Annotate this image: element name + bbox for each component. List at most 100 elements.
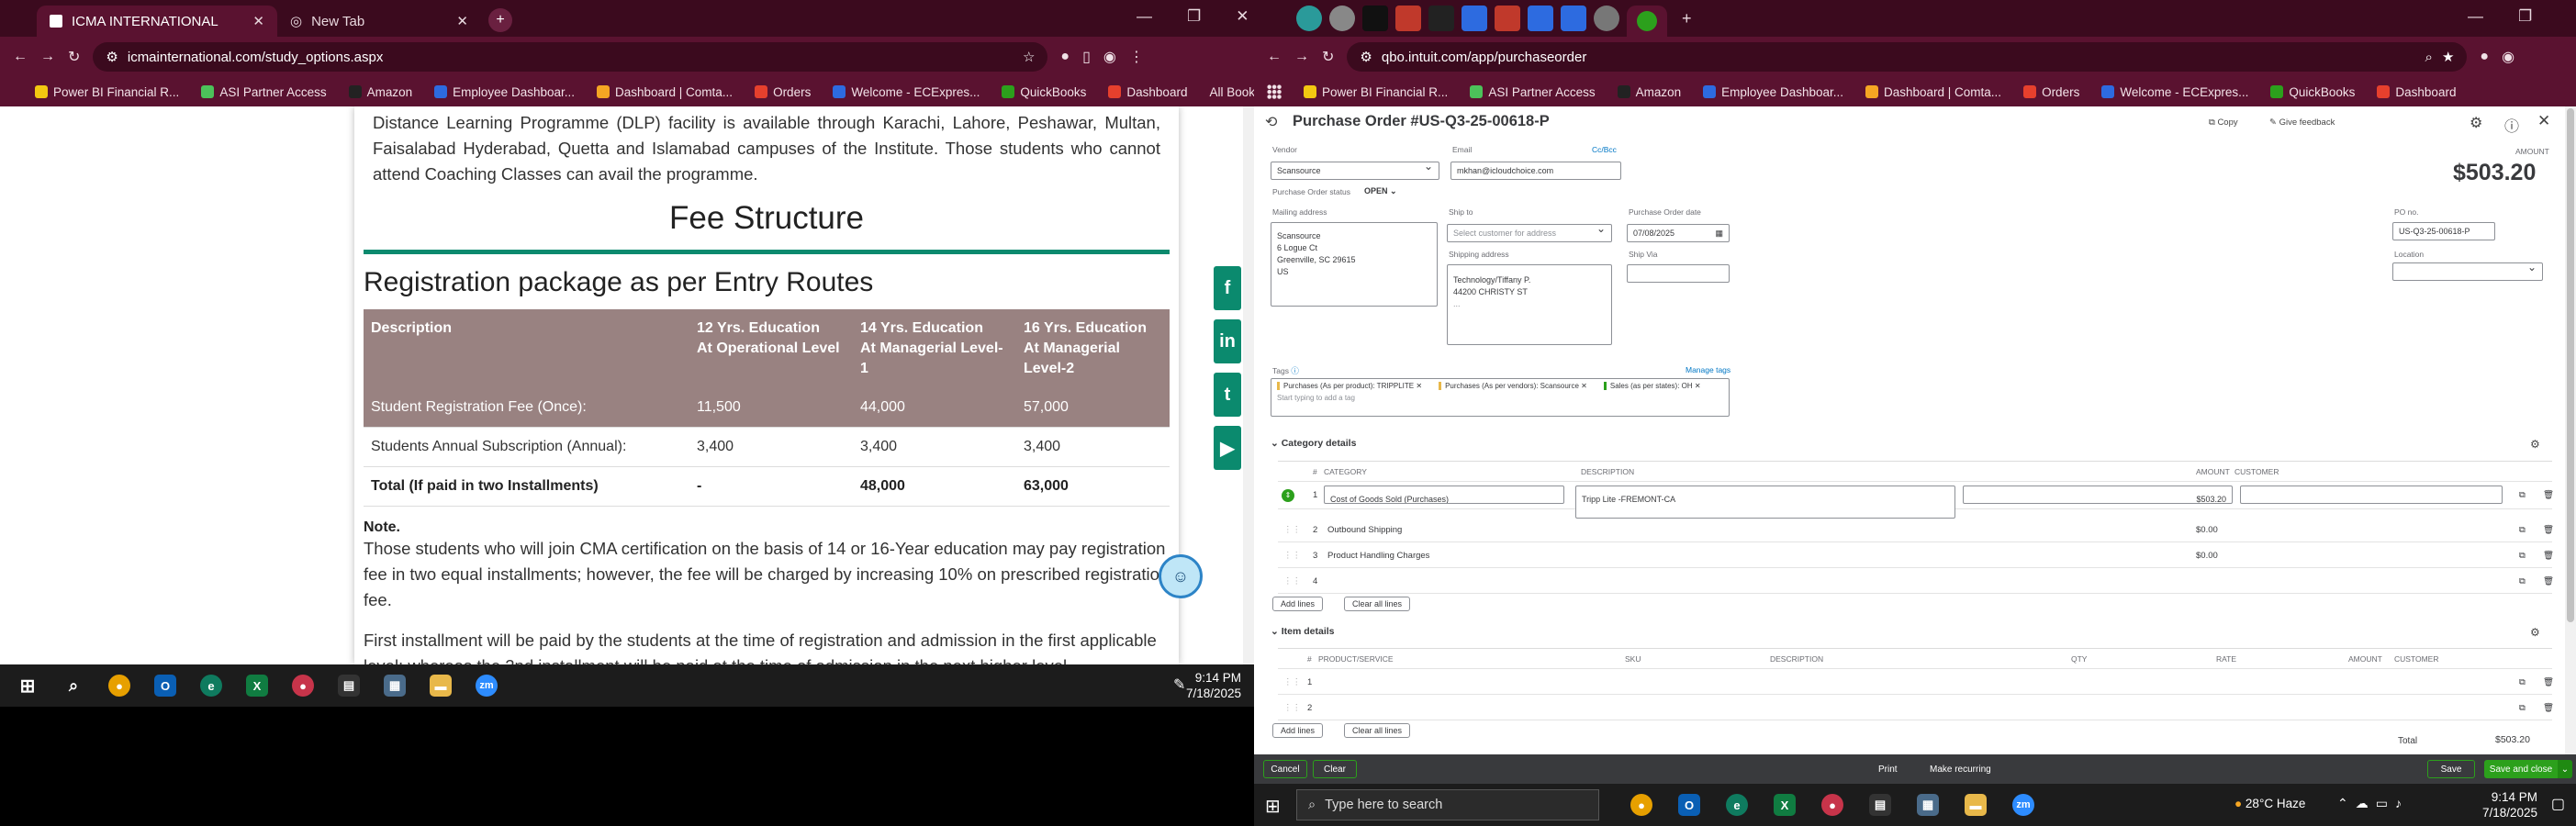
clear-button[interactable]: Clear [1313,760,1357,778]
edge-icon[interactable]: e [200,675,222,697]
bookmark[interactable]: QuickBooks [1002,84,1086,99]
close-icon[interactable]: ✕ [2537,112,2550,130]
delete-row-icon[interactable]: 🗑 [2543,703,2554,713]
folder-icon[interactable]: ▬ [1965,794,1987,816]
profile-icon[interactable]: ◉ [1103,48,1116,66]
bookmark[interactable]: ASI Partner Access [1470,84,1596,99]
address-bar[interactable]: ⚙ icmainternational.com/study_options.as… [93,42,1048,72]
bookmark[interactable]: Orders [2023,84,2079,99]
tag-chip[interactable]: Purchases (As per product): TRIPPLITE ✕ [1277,382,1422,390]
taskbar-search-input[interactable]: ⌕ Type here to search [1296,789,1599,820]
new-tab-button[interactable]: + [1682,9,1692,28]
address-bar[interactable]: ⚙ qbo.intuit.com/app/purchaseorder ⌕ ★ [1347,42,2468,72]
apps-icon[interactable] [1267,84,1282,99]
vendor-select[interactable]: Scansource [1271,162,1439,180]
tab-favicon-icon[interactable] [1528,6,1553,31]
page-scrollbar[interactable] [1243,106,1254,664]
make-recurring-button[interactable]: Make recurring [1930,760,1991,778]
zoom-page-icon[interactable]: ⌕ [2425,50,2433,65]
pen-icon[interactable]: ✎ [1173,675,1185,694]
drag-handle-icon[interactable]: ⇕ [1282,489,1294,502]
status-dropdown[interactable]: OPEN ⌄ [1364,186,1397,196]
forward-icon[interactable]: → [40,49,55,65]
drag-handle-icon[interactable]: ⋮⋮ [1283,576,1301,586]
tag-chip[interactable]: Sales (as per states): OH ✕ [1603,382,1701,390]
bookmark-star-icon[interactable]: ☆ [1023,49,1035,65]
feedback-button[interactable]: ✎ Give feedback [2269,117,2335,128]
extension-icon[interactable]: ● [1060,49,1070,65]
tray-icons[interactable]: ⌃☁▭♪ [2337,796,2409,811]
tab-favicon-icon[interactable] [1296,6,1322,31]
item-details-toggle[interactable]: ⌄ Item details [1271,626,1335,637]
copy-row-icon[interactable]: ⧉ [2519,551,2526,561]
restore-icon[interactable]: ❐ [2518,7,2532,26]
site-info-icon[interactable]: ⚙ [106,49,118,65]
menu-icon[interactable]: ⋮ [1129,48,1144,66]
ship-via-field[interactable] [1627,264,1730,283]
all-bookmarks[interactable]: All Bookmarks [1209,85,1254,99]
minimize-icon[interactable]: — [1137,7,1152,26]
close-window-icon[interactable]: ✕ [1236,7,1249,26]
calendar-icon[interactable]: ▦ [1715,229,1723,239]
delete-row-icon[interactable]: 🗑 [2543,551,2554,561]
category-settings-icon[interactable]: ⚙ [2530,438,2540,451]
delete-row-icon[interactable]: 🗑 [2543,576,2554,586]
clear-lines-button[interactable]: Clear all lines [1344,597,1411,611]
bookmark[interactable]: Employee Dashboar... [434,84,575,99]
restore-icon[interactable]: ❐ [1187,7,1201,26]
edge-icon[interactable]: e [1726,794,1748,816]
chrome-active-icon[interactable]: ● [1821,794,1843,816]
tab-favicon-icon[interactable] [1428,6,1454,31]
bookmark[interactable]: Dashboard [2377,84,2456,99]
help-icon[interactable]: ⓘ [2504,114,2519,136]
save-and-close-button[interactable]: Save and close [2484,760,2558,778]
tab-favicon-icon[interactable] [1362,6,1388,31]
tab-icma[interactable]: ICMA INTERNATIONAL ✕ [37,6,277,37]
print-button[interactable]: Print [1878,760,1898,778]
chatbot-icon[interactable]: ☺ [1159,554,1203,598]
manage-tags-link[interactable]: Manage tags [1686,365,1730,374]
tab-favicon-icon[interactable] [1395,6,1421,31]
zoom-icon[interactable]: zm [2012,794,2034,816]
bookmark-star-icon[interactable]: ★ [2442,49,2454,65]
tag-input[interactable]: Start typing to add a tag [1277,394,1355,402]
weather-widget[interactable]: ● 28°C Haze [2234,797,2305,810]
site-info-icon[interactable]: ⚙ [1360,49,1372,65]
bookmark[interactable]: Dashboard [1108,84,1187,99]
tags-field[interactable]: Purchases (As per product): TRIPPLITE ✕ … [1271,378,1730,417]
ccbcc-link[interactable]: Cc/Bcc [1592,145,1617,154]
po-date-field[interactable]: 07/08/2025 ▦ [1627,224,1730,242]
bookmark[interactable]: Orders [755,84,811,99]
shipto-select[interactable]: Select customer for address [1447,224,1612,242]
email-field[interactable]: mkhan@icloudchoice.com [1450,162,1621,180]
amount-field[interactable]: $503.20 [1963,486,2233,504]
save-button[interactable]: Save [2427,760,2475,778]
bookmark[interactable]: Welcome - ECExpres... [833,84,980,99]
back-icon[interactable]: ← [1267,49,1282,65]
table-row[interactable]: ⋮⋮ 3 Product Handling Charges $0.00 ⧉ 🗑 [1278,542,2554,568]
item-settings-icon[interactable]: ⚙ [2530,626,2540,639]
zoom-icon[interactable]: zm [476,675,498,697]
chrome-icon[interactable]: ● [1630,794,1652,816]
copy-row-icon[interactable]: ⧉ [2519,677,2526,687]
excel-icon[interactable]: X [246,675,268,697]
folder-icon[interactable]: ▬ [430,675,452,697]
table-row[interactable]: ⋮⋮ 2 Outbound Shipping $0.00 ⧉ 🗑 [1278,517,2554,542]
add-lines-button[interactable]: Add lines [1272,597,1324,611]
sticky-icon[interactable]: ▤ [1869,794,1891,816]
tab-qbo-active[interactable] [1627,6,1667,37]
gear-icon[interactable]: ⚙ [2470,114,2482,132]
bookmark[interactable]: Dashboard | Comta... [596,84,733,99]
drag-handle-icon[interactable]: ⋮⋮ [1283,551,1301,561]
drag-handle-icon[interactable]: ⋮⋮ [1283,525,1301,535]
calculator-icon[interactable]: ▦ [384,675,406,697]
minimize-icon[interactable]: — [2468,7,2483,26]
twitter-icon[interactable]: t [1214,373,1241,417]
drag-handle-icon[interactable]: ⋮⋮ [1283,677,1301,687]
bookmark[interactable]: Dashboard | Comta... [1865,84,2001,99]
shipping-address[interactable]: Technology/Tiffany P. 44200 CHRISTY ST... [1447,264,1612,345]
history-icon[interactable]: ⟲ [1265,113,1277,131]
start-icon[interactable]: ⊞ [17,675,39,697]
chrome-icon[interactable]: ● [108,675,130,697]
save-options-dropdown[interactable]: ⌄ [2558,760,2572,778]
